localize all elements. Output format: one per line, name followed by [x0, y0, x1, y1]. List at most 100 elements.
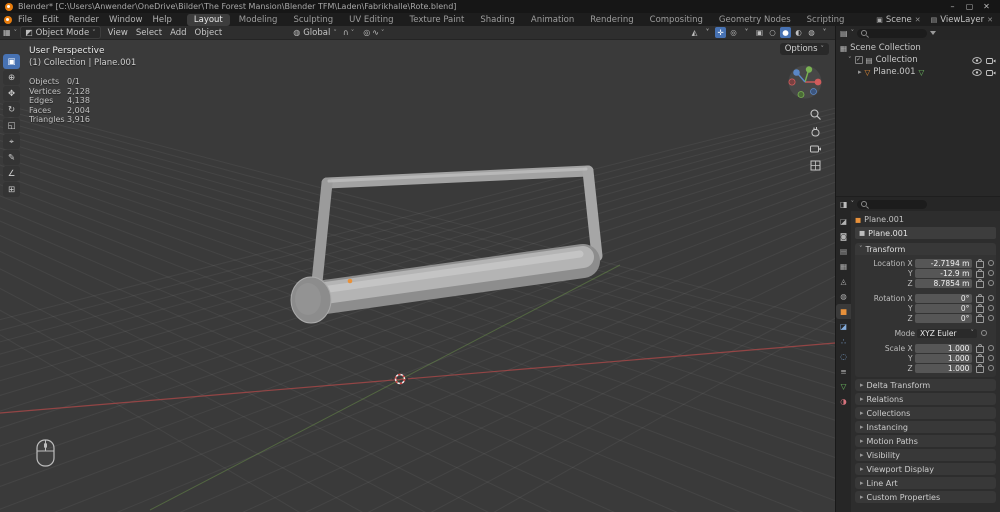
viewport-menu-item[interactable]: Add	[166, 28, 190, 38]
object-id-block[interactable]: ■ Plane.001	[855, 227, 996, 239]
tab-modifiers[interactable]: ◪	[836, 319, 851, 334]
xray-icon[interactable]: ▣	[754, 27, 765, 38]
panel-section[interactable]: ▸ Viewport Display	[855, 463, 996, 475]
menu-item[interactable]: File	[13, 15, 37, 25]
panel-section[interactable]: ▸ Relations	[855, 393, 996, 405]
lock-icon[interactable]	[976, 303, 985, 313]
value-field[interactable]: 8.7854 m	[914, 278, 973, 288]
tab-render[interactable]: ◙	[836, 229, 851, 244]
gizmo-icon[interactable]: ✛	[715, 27, 726, 38]
tab-physics[interactable]: ◌	[836, 349, 851, 364]
tool-transform[interactable]: ⌖	[3, 134, 20, 149]
animate-dot-icon[interactable]	[988, 345, 994, 351]
viewlayer-unlink-icon[interactable]: ✕	[987, 16, 993, 24]
panel-section[interactable]: ▸ Instancing	[855, 421, 996, 433]
value-field[interactable]: -12.9 m	[914, 268, 973, 278]
workspace-tab[interactable]: Animation	[524, 14, 581, 26]
close-button[interactable]: ✕	[978, 2, 995, 11]
tool-add-cube[interactable]: ⊞	[3, 182, 20, 197]
proportional-edit-group[interactable]: ◎ ∿ ˅	[360, 28, 387, 37]
editor-type-icon[interactable]: ▤	[840, 29, 848, 38]
tab-constraints[interactable]: ≡	[836, 364, 851, 379]
editor-type-dropdown-icon[interactable]: ˅	[14, 29, 18, 37]
tool-move[interactable]: ✥	[3, 86, 20, 101]
menu-item[interactable]: Render	[64, 15, 104, 25]
tool-annotate[interactable]: ✎	[3, 150, 20, 165]
viewport-menu-item[interactable]: Object	[191, 28, 227, 38]
tab-output[interactable]: ▤	[836, 244, 851, 259]
workspace-tab[interactable]: Geometry Nodes	[712, 14, 798, 26]
tab-world[interactable]: ◍	[836, 289, 851, 304]
panel-section[interactable]: ▸ Custom Properties	[855, 491, 996, 503]
viewlayer-selector[interactable]: ▤ ViewLayer ✕	[928, 15, 996, 25]
value-field[interactable]: 0°	[914, 303, 973, 313]
lock-icon[interactable]	[976, 258, 985, 268]
expander-icon[interactable]: ▸	[858, 68, 862, 76]
value-field[interactable]: 1.000	[914, 343, 973, 353]
workspace-tab[interactable]: Sculpting	[286, 14, 340, 26]
expander-icon[interactable]: ˅	[848, 56, 852, 64]
panel-section[interactable]: ▸ Collections	[855, 407, 996, 419]
panel-section[interactable]: ▸ Visibility	[855, 449, 996, 461]
viewport-canvas-area[interactable]: ▣ ⊕ ✥ ↻ ◱ ⌖ ✎ ∠ ⊞ User Perspective (1) Collectio…	[0, 40, 835, 512]
menu-item[interactable]: Window	[104, 15, 148, 25]
transform-panel-header[interactable]: ˅ Transform	[855, 243, 996, 255]
workspace-tab[interactable]: Modeling	[232, 14, 285, 26]
transform-orientation[interactable]: ◍ Global ˅	[293, 28, 337, 38]
visibility-icon[interactable]: ◭	[689, 27, 700, 38]
tool-measure[interactable]: ∠	[3, 166, 20, 181]
menu-item[interactable]: Help	[147, 15, 176, 25]
mode-select[interactable]: ◩ Object Mode ˅	[20, 26, 101, 39]
chevron-down-icon[interactable]: ˅	[851, 200, 855, 208]
lock-icon[interactable]	[976, 343, 985, 353]
tab-scene[interactable]: ◬	[836, 274, 851, 289]
animate-dot-icon[interactable]	[981, 330, 987, 336]
scene-selector[interactable]: ▣ Scene ✕	[873, 15, 923, 25]
rotation-mode-select[interactable]: XYZ Euler ˅	[917, 328, 977, 338]
menu-item[interactable]: Edit	[37, 15, 63, 25]
shading-rendered-icon[interactable]: ◍	[806, 27, 817, 38]
navigation-gizmo[interactable]	[785, 62, 825, 102]
value-field[interactable]: 1.000	[914, 353, 973, 363]
ortho-grid-icon[interactable]	[809, 159, 822, 172]
viewport-menu-item[interactable]: View	[104, 28, 132, 38]
scene-unlink-icon[interactable]: ✕	[915, 16, 921, 24]
lock-icon[interactable]	[976, 363, 985, 373]
tab-material[interactable]: ◑	[836, 394, 851, 409]
tool-cursor[interactable]: ⊕	[3, 70, 20, 85]
animate-dot-icon[interactable]	[988, 280, 994, 286]
camera-icon[interactable]	[986, 57, 996, 64]
app-menu-icon[interactable]	[4, 15, 12, 24]
breadcrumb[interactable]: ■ Plane.001	[855, 213, 996, 226]
animate-dot-icon[interactable]	[988, 315, 994, 321]
workspace-tab[interactable]: Shading	[473, 14, 522, 26]
shading-material-icon[interactable]: ◐	[793, 27, 804, 38]
animate-dot-icon[interactable]	[988, 365, 994, 371]
tab-object[interactable]: ■	[836, 304, 851, 319]
snap-group[interactable]: ∩ ˅	[340, 28, 357, 37]
workspace-tab[interactable]: Texture Paint	[403, 14, 472, 26]
tab-particles[interactable]: ∴	[836, 334, 851, 349]
visibility-dropdown-icon[interactable]: ˅	[702, 27, 713, 38]
outliner-row-plane001[interactable]: ▸ ▽ Plane.001 ▽	[836, 66, 1000, 78]
options-button[interactable]: Options ˅	[779, 43, 829, 55]
shading-solid-icon[interactable]: ●	[780, 27, 791, 38]
panel-section[interactable]: ▸ Delta Transform	[855, 379, 996, 391]
properties-search-input[interactable]	[857, 199, 928, 209]
workspace-tab[interactable]: Scripting	[800, 14, 852, 26]
outliner-row-collection[interactable]: ˅ ✓ ▤ Collection	[836, 54, 1000, 66]
value-field[interactable]: 0°	[914, 293, 973, 303]
eye-icon[interactable]	[972, 68, 982, 76]
collection-checkbox[interactable]: ✓	[854, 56, 863, 64]
outliner-search-input[interactable]	[857, 28, 928, 38]
value-field[interactable]: -2.7194 m	[914, 258, 973, 268]
tab-data[interactable]: ▽	[836, 379, 851, 394]
chevron-down-icon[interactable]: ˅	[851, 29, 855, 37]
outliner-row-scene-collection[interactable]: ▦ Scene Collection	[836, 42, 1000, 54]
minimize-button[interactable]: –	[944, 2, 961, 11]
lock-icon[interactable]	[976, 293, 985, 303]
animate-dot-icon[interactable]	[988, 270, 994, 276]
lock-icon[interactable]	[976, 353, 985, 363]
overlays-icon[interactable]: ◎	[728, 27, 739, 38]
panel-section[interactable]: ▸ Motion Paths	[855, 435, 996, 447]
